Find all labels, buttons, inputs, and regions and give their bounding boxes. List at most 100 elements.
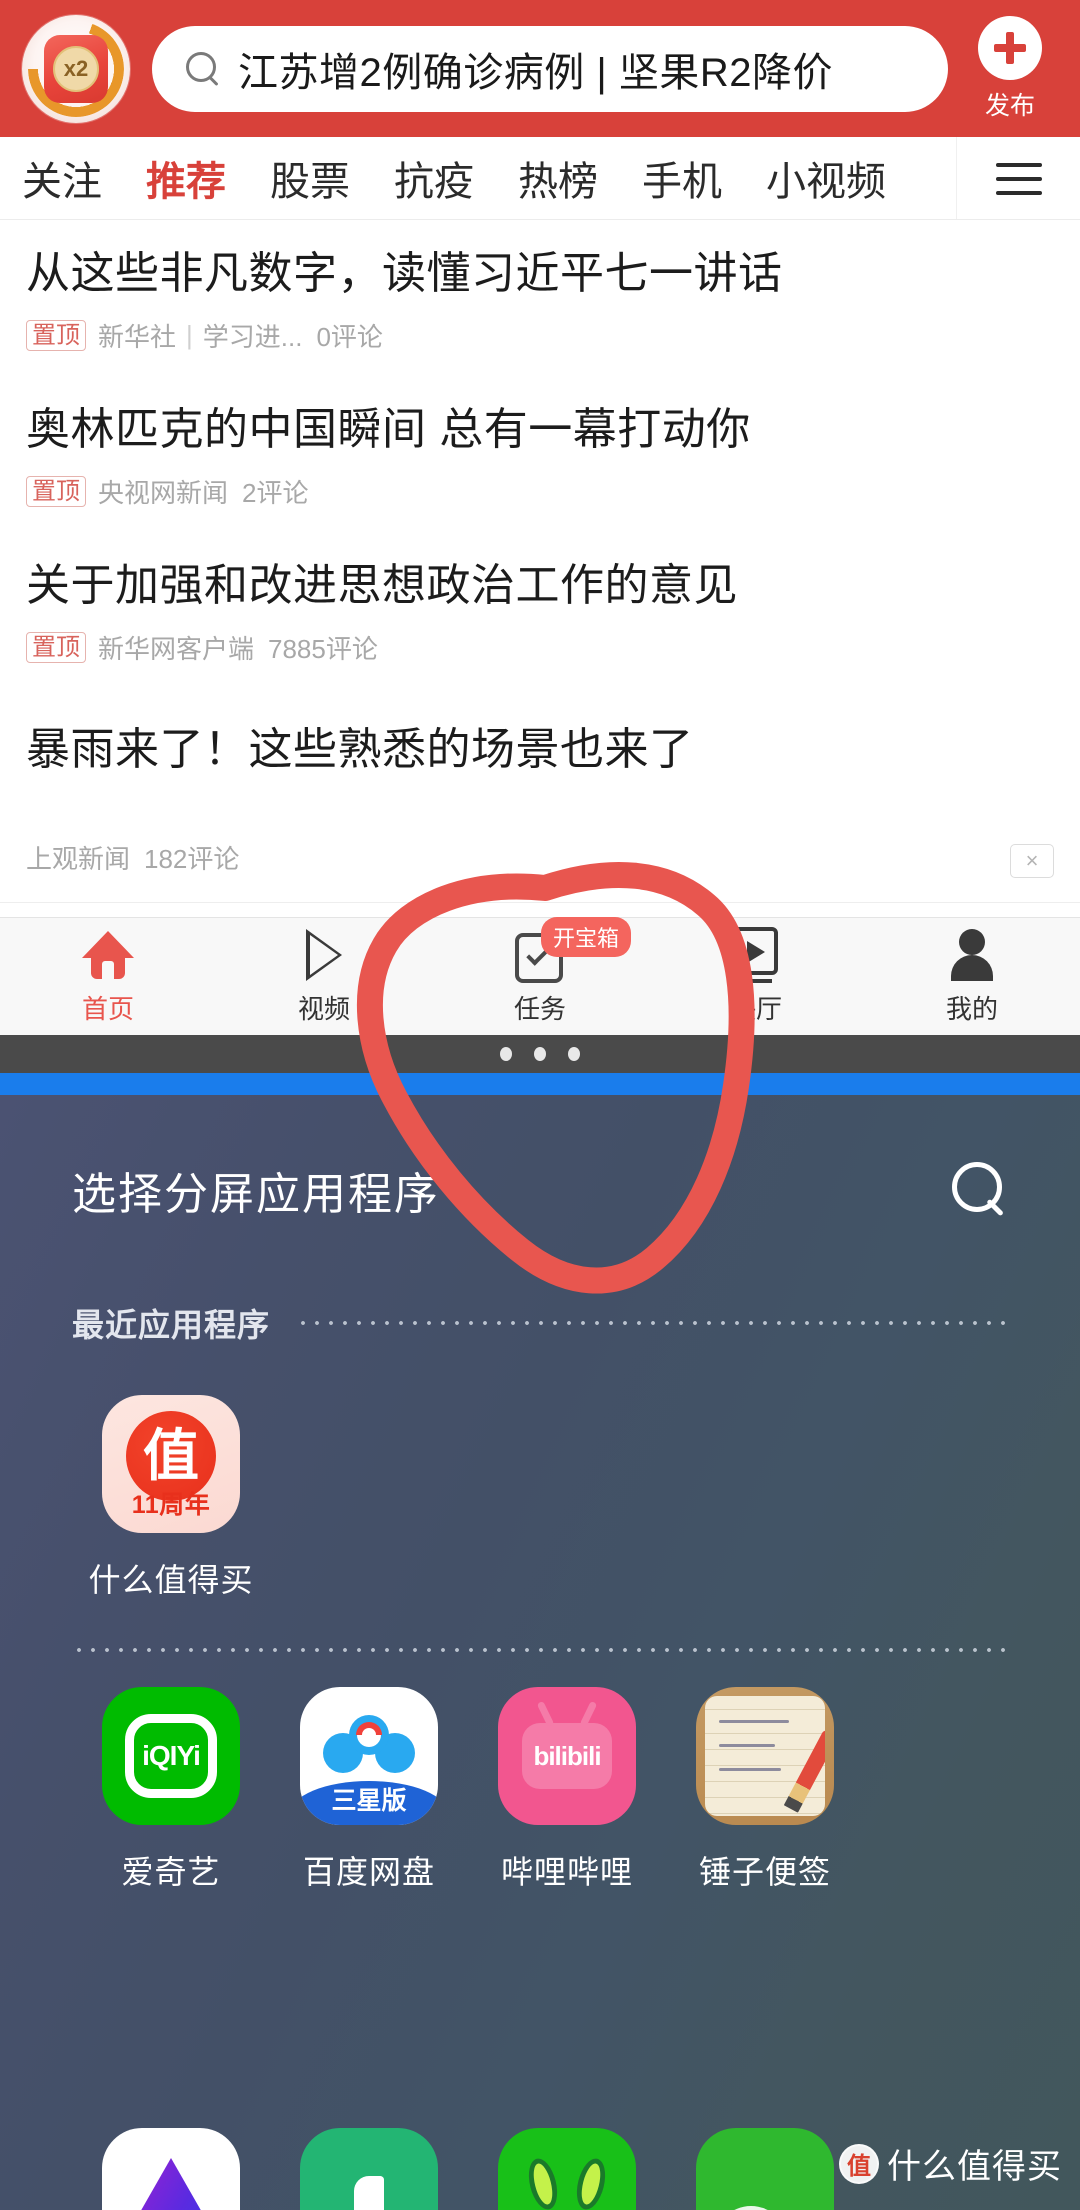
dotted-rule [296, 1320, 1008, 1326]
app-cell-partial[interactable] [468, 2128, 666, 2210]
feed-source: 新华网客户端 [98, 634, 255, 664]
search-icon [184, 50, 222, 88]
app-cell-partial[interactable] [270, 2128, 468, 2210]
hamburger-menu-icon[interactable] [956, 137, 1080, 219]
feed-item[interactable]: 从这些非凡数字，读懂习近平七一讲话 置顶 新华社 | 学习进... 0评论 [0, 220, 1080, 376]
search-input[interactable]: 江苏增2例确诊病例 | 坚果R2降价 [152, 25, 948, 112]
tab-home[interactable]: 首页 [0, 918, 216, 1035]
iqiyi-glyph: iQIYi [142, 1740, 201, 1771]
publish-button[interactable]: 发布 [948, 15, 1072, 122]
feed-source: 央视网新闻 [98, 478, 229, 508]
bilibili-icon: bilibili [498, 1687, 636, 1825]
feed-sub-source: 学习进... [202, 322, 303, 352]
task-checkbox-icon: 开宝箱 [515, 917, 632, 983]
app-cell-bilibili[interactable]: bilibili 哔哩哔哩 [468, 1687, 666, 1893]
tab-task-label: 任务 [513, 994, 566, 1024]
app-label: 锤子便签 [698, 1854, 831, 1890]
tab-video-label: 视频 [297, 994, 350, 1024]
pinned-badge: 置顶 [26, 475, 86, 508]
dismiss-item-button[interactable]: × [1010, 844, 1054, 878]
avatar[interactable]: x2 [22, 14, 130, 123]
home-icon [82, 927, 134, 983]
app-cell-smzdm[interactable]: 值 11周年 什么值得买 [72, 1395, 270, 1601]
tab-xiaoshipin[interactable]: 小视频 [766, 149, 886, 207]
tab-mine-label: 我的 [945, 994, 998, 1024]
recent-apps-section-header: 最近应用程序 [0, 1295, 1080, 1351]
smzdm-anniversary-text: 11周年 [131, 1491, 211, 1519]
dotted-rule [72, 1647, 1008, 1653]
smzdm-glyph: 值 [143, 1424, 199, 1487]
tab-guanzhu[interactable]: 关注 [22, 149, 102, 207]
app-label: 哔哩哔哩 [500, 1854, 633, 1890]
bottom-tab-bar: 首页 视频 开宝箱 任务 映厅 我的 [0, 917, 1080, 1035]
split-screen-divider[interactable] [0, 1073, 1080, 1095]
adobe-icon [102, 2128, 240, 2210]
news-app-window: x2 江苏增2例确诊病例 | 坚果R2降价 发布 关注 推荐 股票 抗疫 热榜 … [0, 0, 1080, 1095]
watermark-text: 什么值得买 [887, 2148, 1062, 2186]
green-blob-app-icon [696, 2128, 834, 2210]
tab-mine[interactable]: 我的 [864, 918, 1080, 1035]
feed-title: 关于加强和改进思想政治工作的意见 [26, 561, 738, 610]
section-divider [0, 1647, 1080, 1653]
three-dots-icon [534, 1047, 546, 1061]
green-rabbit-app-icon [498, 2128, 636, 2210]
feed-comments: 0评论 [316, 322, 383, 352]
tab-video[interactable]: 视频 [216, 918, 432, 1035]
tab-tuijian[interactable]: 推荐 [146, 149, 226, 207]
chooser-header: 选择分屏应用程序 [0, 1095, 1080, 1285]
feed-meta: 置顶 央视网新闻 2评论 [26, 473, 1054, 532]
feed-item[interactable]: 关于加强和改进思想政治工作的意见 置顶 新华网客户端 7885评论 [0, 532, 1080, 688]
search-icon[interactable] [952, 1162, 1008, 1218]
tabs-fade-overlay [910, 137, 956, 219]
feed-title: 从这些非凡数字，读懂习近平七一讲话 [26, 249, 783, 298]
recent-apps-row: 值 11周年 什么值得买 [0, 1351, 1080, 1601]
baidu-netdisk-icon: 三星版 [300, 1687, 438, 1825]
app-cell-partial[interactable] [72, 2128, 270, 2210]
baidu-netdisk-edition: 三星版 [331, 1787, 407, 1815]
search-query-text: 江苏增2例确诊病例 | 坚果R2降价 [238, 50, 833, 95]
three-dots-icon [568, 1047, 580, 1061]
iqiyi-icon: iQIYi [102, 1687, 240, 1825]
feed-item[interactable]: 暴雨来了！这些熟悉的场景也来了 上观新闻 182评论 × [0, 688, 1080, 902]
smartisan-notes-icon [696, 1687, 834, 1825]
app-cell-iqiyi[interactable]: iQIYi 爱奇艺 [72, 1687, 270, 1893]
tab-screening-room[interactable]: 映厅 [648, 918, 864, 1035]
pinned-badge: 置顶 [26, 319, 86, 352]
tab-shouji[interactable]: 手机 [642, 149, 722, 207]
tab-task[interactable]: 开宝箱 任务 [432, 917, 648, 1035]
tab-gupiao[interactable]: 股票 [270, 149, 350, 207]
chooser-title: 选择分屏应用程序 [72, 1170, 440, 1219]
all-apps-row: iQIYi 爱奇艺 三星版 百度网盘 bilibili 哔哩哔哩 锤子便签 [0, 1653, 1080, 1893]
feed-comments: 7885评论 [268, 634, 378, 664]
system-navigation-bar[interactable] [0, 1035, 1080, 1073]
app-header: x2 江苏增2例确诊病例 | 坚果R2降价 发布 [0, 0, 1080, 137]
person-icon [948, 927, 996, 983]
app-label: 爱奇艺 [121, 1854, 221, 1890]
green-leaf-app-icon [300, 2128, 438, 2210]
feed-comments: 2评论 [242, 478, 309, 508]
smzdm-icon: 值 11周年 [102, 1395, 240, 1533]
plus-icon [978, 15, 1042, 80]
tab-kangyi[interactable]: 抗疫 [394, 149, 474, 207]
three-dots-icon [500, 1047, 512, 1061]
publish-label: 发布 [984, 91, 1035, 120]
feed-meta: 置顶 新华网客户端 7885评论 [26, 629, 1054, 688]
feed-item[interactable]: 奥林匹克的中国瞬间 总有一幕打动你 置顶 央视网新闻 2评论 [0, 376, 1080, 532]
watermark: 值 什么值得买 [839, 2139, 1062, 2188]
recent-apps-label: 最近应用程序 [72, 1307, 271, 1343]
app-label: 什么值得买 [88, 1562, 254, 1598]
feed-meta: 上观新闻 182评论 [26, 839, 1054, 902]
screen-root: x2 江苏增2例确诊病例 | 坚果R2降价 发布 关注 推荐 股票 抗疫 热榜 … [0, 0, 1080, 2210]
tab-rebang[interactable]: 热榜 [518, 149, 598, 207]
feed-meta: 置顶 新华社 | 学习进... 0评论 [26, 317, 1054, 376]
app-cell-smartisan-notes[interactable]: 锤子便签 [666, 1687, 864, 1893]
channel-tabs: 关注 推荐 股票 抗疫 热榜 手机 小视频 [0, 137, 1080, 220]
app-cell-partial[interactable] [666, 2128, 864, 2210]
app-cell-baidu-netdisk[interactable]: 三星版 百度网盘 [270, 1687, 468, 1893]
pinned-badge: 置顶 [26, 631, 86, 664]
treasure-box-badge[interactable]: 开宝箱 [541, 917, 632, 957]
feed-title: 暴雨来了！这些熟悉的场景也来了 [26, 725, 694, 774]
feed-comments: 182评论 [144, 844, 240, 874]
tab-screening-room-label: 映厅 [729, 994, 782, 1024]
screening-room-icon [728, 927, 784, 983]
